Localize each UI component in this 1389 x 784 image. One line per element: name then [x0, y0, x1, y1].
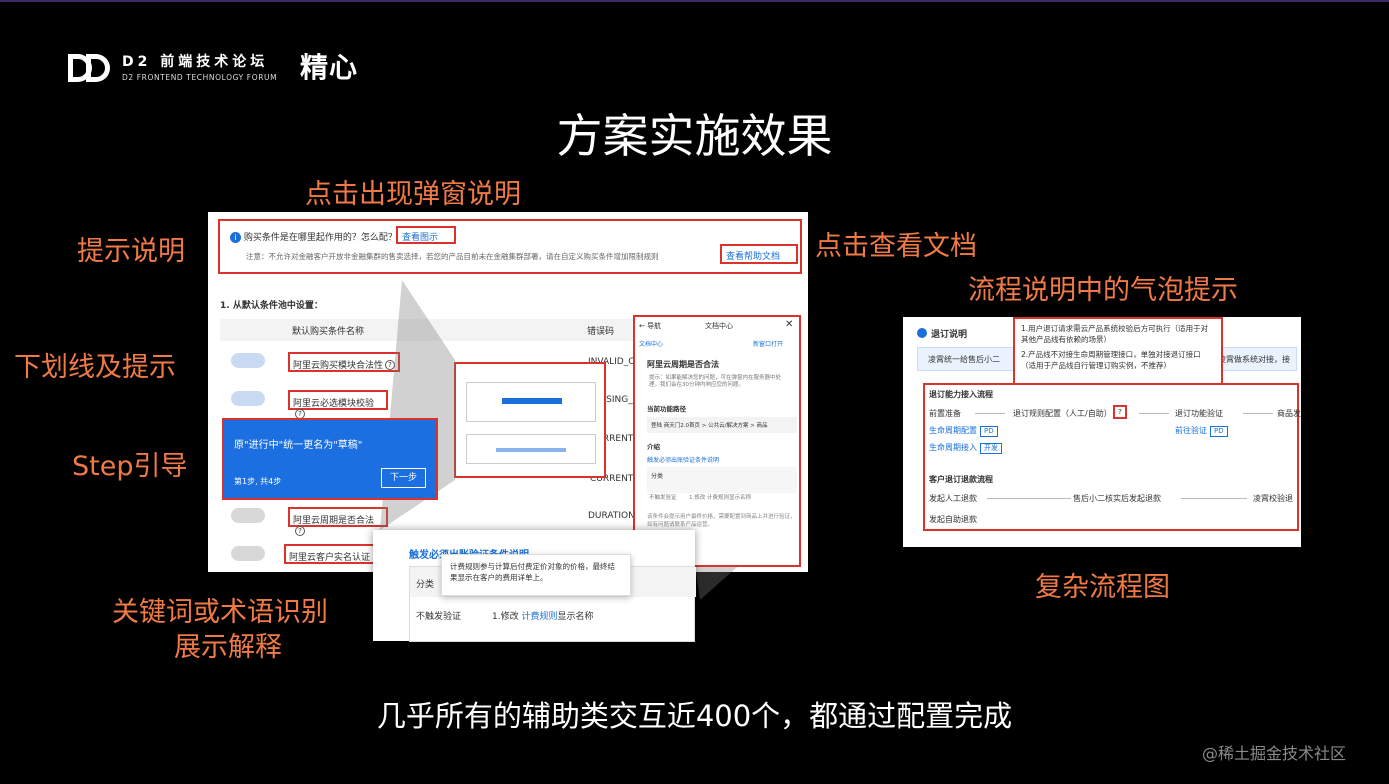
popup-cell-rule: 1.修改 计费规则显示名称 [492, 612, 594, 622]
doc-intro: 介绍 [647, 443, 660, 451]
help-icon[interactable]: ? [1113, 405, 1127, 419]
flow2-auto: 发起自助退款 [929, 515, 977, 524]
flow1-step-1: 前置准备 [929, 409, 961, 418]
doc-path: 登陆 商天门2.0首页 > 公共云/解决方案 > 商品 [647, 417, 797, 433]
flow2-title: 客户退订退款流程 [929, 475, 993, 484]
doc-cat-value: 不触发验证 [649, 495, 677, 501]
flow2-step-2: 售后小二核实后发起退款 [1073, 494, 1161, 503]
doc-back[interactable]: ← 导航 [639, 321, 661, 331]
refund-title-row: 退订说明 [917, 327, 967, 340]
bubble-tip-1: 1.用户退订请求需云产品系统校验后方可执行（适用于对其他产品线有依赖的场景） [1021, 324, 1209, 344]
bubble-tip: 1.用户退订请求需云产品系统校验后方可执行（适用于对其他产品线有依赖的场景） 2… [1013, 317, 1223, 385]
doc-link[interactable]: 触发必须出账验证条件说明 [647, 455, 719, 464]
flow1-step-4: 商品发 [1277, 409, 1301, 418]
info-icon [917, 328, 927, 338]
flow2-step-3: 凌霄校验退 [1253, 494, 1293, 503]
step-progress: 第1步, 共4步 [234, 477, 282, 486]
close-icon[interactable]: ✕ [785, 319, 793, 330]
doc-center-title: 文档中心 [705, 322, 733, 330]
popup-cell-cat: 不触发验证 [416, 612, 462, 622]
flow2-step-1: 发起人工退款 [929, 494, 977, 503]
open-new-window[interactable]: 新窗口打开 [753, 339, 783, 348]
refund-flow-screenshot: 退订说明 凌霄统一给售后小二 凌霄做系统对接，接 1.用户退订请求需云产品系统校… [903, 317, 1301, 547]
doc-crumb[interactable]: 文档中心 [639, 339, 663, 348]
bottom-summary: 几乎所有的辅助类交互近400个，都通过配置完成 [376, 699, 1013, 733]
go-verify-link[interactable]: 前往验证 PD [1175, 425, 1228, 437]
lifecycle-access-link[interactable]: 生命周期接入 开发 [929, 442, 1002, 454]
doc-body: 该条件会提示用户最终价格，需要配置到商品上并进行验证，如有问题请联系产品运营。 [647, 514, 796, 528]
flow-highlight [923, 383, 1299, 531]
step-guide-popover: 原"进行中"统一更名为"草稿" 第1步, 共4步 下一步 [222, 418, 438, 500]
next-step-button[interactable]: 下一步 [381, 468, 426, 488]
doc-cat-row: 分类 [647, 467, 797, 493]
flow1-step-2: 退订规则配置（人工/自助） [1013, 409, 1112, 418]
doc-heading: 阿里云周期是否合法 [647, 360, 719, 369]
billing-rule-link[interactable]: 计费规则 [521, 612, 557, 622]
lifecycle-config-link[interactable]: 生命周期配置 PD [929, 425, 998, 437]
flow1-step-3: 退订功能验证 [1175, 409, 1223, 418]
doc-path-title: 当前功能路径 [647, 405, 686, 413]
doc-tip: 提示：如果能解决您的问题，可在弹窗内在服务器中处理，我们会在30分钟内响应您的问… [649, 375, 782, 388]
keyword-popup: 触发必须出账验证条件说明 分类 不触发验证 1.修改 计费规则显示名称 计费规则… [373, 530, 696, 642]
step-text: 原"进行中"统一更名为"草稿" [234, 440, 363, 451]
term-tooltip: 计费规则参与计算后付费定价对象的价格，最终结果显示在客户的费用详单上。 [441, 554, 631, 596]
watermark: @稀土掘金技术社区 [1202, 744, 1347, 763]
popup-col-cat: 分类 [416, 580, 435, 590]
bubble-tip-2: 2.产品线不对接生命周期管理接口，单独对接退订接口（适用于产品线自行管理订购实例… [1021, 350, 1201, 370]
flow1-title: 退订能力接入流程 [929, 390, 993, 399]
doc-cat-rule: 1.修改 计费规则显示名称 [689, 495, 751, 501]
